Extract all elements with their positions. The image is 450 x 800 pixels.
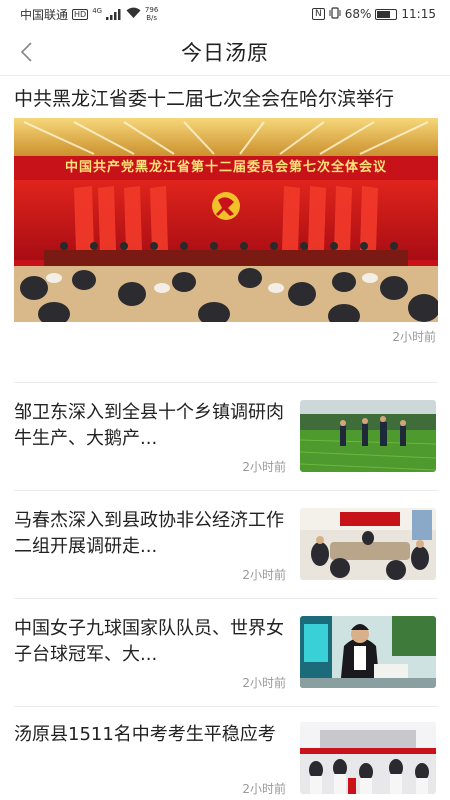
list-item[interactable]: 汤原县1511名中考考生平稳应考 2小时前 <box>14 722 438 800</box>
signal-icon: 4G <box>92 7 122 21</box>
article-thumbnail <box>300 508 436 580</box>
network-type: 4G <box>92 7 103 15</box>
article-time: 2小时前 <box>242 676 286 690</box>
carrier-label: 中国联通 <box>20 7 69 22</box>
battery-icon <box>375 8 398 20</box>
article-thumbnail <box>300 400 436 472</box>
back-button[interactable] <box>8 34 44 70</box>
article-title: 马春杰深入到县政协非公经济工作二组开展调研走... <box>14 510 284 557</box>
speed-unit: B/s <box>146 14 158 22</box>
article-thumbnail <box>300 616 436 688</box>
list-item[interactable]: 邹卫东深入到全县十个乡镇调研肉牛生产、大鹅产... 2小时前 <box>14 400 438 480</box>
battery-percent: 68% <box>344 7 372 21</box>
hd-badge: HD <box>72 8 89 20</box>
vibrate-icon <box>329 6 341 22</box>
battery-fill <box>377 10 390 18</box>
divider <box>14 382 438 383</box>
nav-bar: 今日汤原 <box>0 28 450 76</box>
article-time: 2小时前 <box>242 568 286 582</box>
status-left: 中国联通 HD 4G 796 B/s <box>20 6 158 23</box>
list-item[interactable]: 马春杰深入到县政协非公经济工作二组开展调研走... 2小时前 <box>14 508 438 588</box>
network-speed: 796 B/s <box>145 6 158 22</box>
feature-time: 2小时前 <box>392 330 436 344</box>
list-item[interactable]: 中国女子九球国家队队员、世界女子台球冠军、大... 2小时前 <box>14 616 438 696</box>
clock: 11:15 <box>401 7 436 21</box>
wifi-icon <box>126 7 141 21</box>
speed-value: 796 <box>144 6 159 14</box>
article-thumbnail <box>300 722 436 794</box>
divider <box>14 490 438 491</box>
article-time: 2小时前 <box>242 782 286 796</box>
nfc-icon: N <box>312 8 325 20</box>
article-title: 中国女子九球国家队队员、世界女子台球冠军、大... <box>14 618 284 665</box>
divider <box>14 598 438 599</box>
article-title: 汤原县1511名中考考生平稳应考 <box>14 724 276 745</box>
divider <box>14 706 438 707</box>
page-title: 今日汤原 <box>181 40 269 65</box>
status-right: N 68% 11:15 <box>312 6 436 22</box>
feature-article[interactable]: 中共黑龙江省委十二届七次全会在哈尔滨举行 中国共产党黑龙江省第十二届委员会第七次… <box>14 86 438 345</box>
status-bar: 中国联通 HD 4G 796 B/s N 68% 11:15 <box>0 0 450 28</box>
feature-image: 中国共产党黑龙江省第十二届委员会第七次全体会议 <box>14 118 438 322</box>
chevron-left-icon <box>20 42 32 62</box>
article-title: 邹卫东深入到全县十个乡镇调研肉牛生产、大鹅产... <box>14 402 284 449</box>
feature-banner-text: 中国共产党黑龙江省第十二届委员会第七次全体会议 <box>64 160 387 175</box>
feature-title: 中共黑龙江省委十二届七次全会在哈尔滨举行 <box>14 88 395 110</box>
article-time: 2小时前 <box>242 460 286 474</box>
